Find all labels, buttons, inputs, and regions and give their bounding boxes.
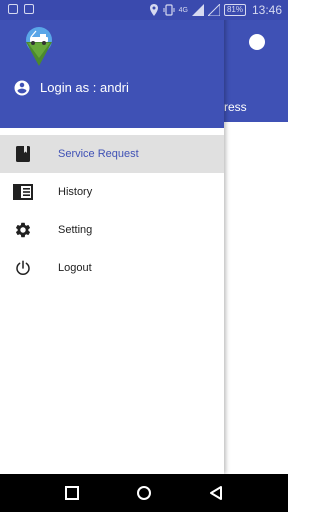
notification-icon [8,4,18,14]
history-list-icon [13,182,33,202]
app-logo [26,27,52,66]
menu-item-label: History [58,186,93,198]
menu-item-logout[interactable]: Logout [0,249,224,287]
recent-apps-icon[interactable] [63,484,81,502]
home-icon[interactable] [135,484,153,502]
gallery-icon [24,4,34,14]
book-icon [13,144,33,164]
login-user-label: Login as : andri [40,80,129,95]
menu-item-label: Service Request [58,148,139,160]
account-circle-icon [14,80,30,96]
menu-item-label: Logout [58,262,92,274]
drawer-menu: Service Request History Setting Logout [0,135,224,287]
power-icon [13,258,33,278]
menu-item-service-request[interactable]: Service Request [0,135,224,173]
system-navigation-bar [0,474,288,512]
background-tab-label[interactable]: ress [224,100,247,114]
status-bar: 4G 81% 13:46 [0,0,288,20]
clock: 13:46 [251,3,282,17]
menu-item-history[interactable]: History [0,173,224,211]
back-icon[interactable] [207,484,225,502]
gear-icon [13,220,33,240]
vibrate-icon [163,4,175,16]
background-toggle[interactable] [249,34,265,50]
battery-indicator: 81% [223,4,246,16]
signal-icon [191,4,204,16]
menu-item-label: Setting [58,224,93,236]
network-type-label: 4G [178,6,188,14]
location-icon [149,4,158,16]
signal-icon-2 [207,4,220,16]
menu-item-setting[interactable]: Setting [0,211,224,249]
navigation-drawer: Login as : andri Service Request History… [0,0,224,474]
